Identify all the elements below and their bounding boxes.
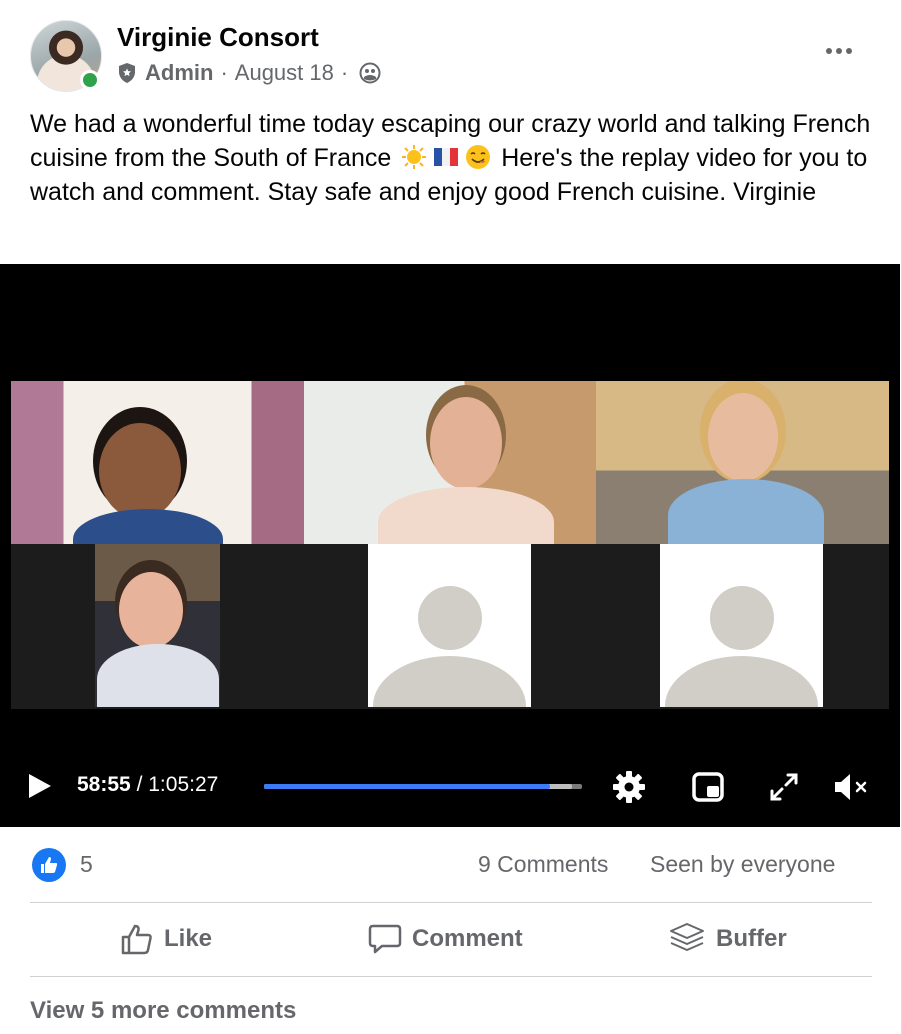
post-text: We had a wonderful time today escaping o… bbox=[30, 107, 875, 209]
video-controls: 58:55 / 1:05:27 bbox=[0, 756, 900, 816]
play-icon[interactable] bbox=[24, 771, 54, 801]
comment-button[interactable]: Comment bbox=[368, 918, 523, 960]
participant-tile-3 bbox=[596, 381, 889, 544]
view-more-comments-link[interactable]: View 5 more comments bbox=[30, 997, 296, 1025]
settings-icon[interactable] bbox=[611, 769, 647, 805]
user-placeholder-icon bbox=[418, 586, 482, 650]
post-card: Virginie Consort Admin · August 18 · We … bbox=[0, 0, 902, 1034]
like-button[interactable]: Like bbox=[120, 918, 212, 960]
user-placeholder-icon-2 bbox=[710, 586, 774, 650]
divider-top bbox=[30, 902, 872, 903]
thumbs-up-icon bbox=[41, 857, 58, 873]
progress-bar[interactable] bbox=[264, 784, 582, 789]
comments-count[interactable]: 9 Comments bbox=[478, 851, 608, 878]
comment-bubble-icon bbox=[368, 924, 402, 954]
post-meta: Admin · August 18 · bbox=[117, 60, 381, 86]
participant-placeholder-2 bbox=[660, 544, 823, 707]
sun-emoji-icon bbox=[402, 145, 427, 169]
video-call-grid bbox=[11, 381, 889, 709]
online-status-dot bbox=[80, 70, 100, 90]
current-time: 58:55 bbox=[77, 773, 131, 796]
participant-tile-1 bbox=[11, 381, 304, 544]
more-options-icon[interactable] bbox=[818, 36, 860, 66]
time-display: 58:55 / 1:05:27 bbox=[77, 773, 218, 797]
reaction-count[interactable]: 5 bbox=[80, 851, 93, 878]
like-reaction-icon[interactable] bbox=[32, 848, 66, 882]
participant-tile-4 bbox=[95, 544, 220, 707]
picture-in-picture-icon[interactable] bbox=[690, 769, 726, 805]
meta-separator: · bbox=[220, 60, 228, 85]
comment-label: Comment bbox=[412, 925, 523, 952]
like-label: Like bbox=[164, 925, 213, 952]
divider-bottom bbox=[30, 976, 872, 977]
buffer-layers-icon bbox=[670, 923, 704, 951]
france-flag-icon bbox=[434, 148, 459, 166]
participant-tile-2 bbox=[304, 381, 596, 544]
time-separator: / bbox=[136, 773, 143, 796]
post-date[interactable]: August 18 bbox=[235, 60, 334, 86]
fullscreen-icon[interactable] bbox=[766, 769, 802, 805]
seen-by-label[interactable]: Seen by everyone bbox=[650, 851, 835, 878]
video-player[interactable]: 58:55 / 1:05:27 bbox=[0, 264, 900, 827]
progress-fill bbox=[264, 784, 551, 789]
yum-face-emoji-icon bbox=[466, 145, 491, 169]
buffer-button[interactable]: Buffer bbox=[668, 918, 787, 960]
duration: 1:05:27 bbox=[148, 773, 219, 796]
buffer-label: Buffer bbox=[716, 925, 787, 952]
globe-icon[interactable] bbox=[359, 62, 381, 84]
meta-separator-2: · bbox=[340, 60, 349, 85]
participant-placeholder-1 bbox=[368, 544, 531, 707]
author-name[interactable]: Virginie Consort bbox=[117, 22, 319, 53]
muted-icon[interactable] bbox=[832, 769, 868, 805]
admin-role-label: Admin bbox=[145, 60, 214, 85]
like-thumb-icon bbox=[121, 924, 152, 955]
admin-shield-icon bbox=[119, 63, 135, 83]
